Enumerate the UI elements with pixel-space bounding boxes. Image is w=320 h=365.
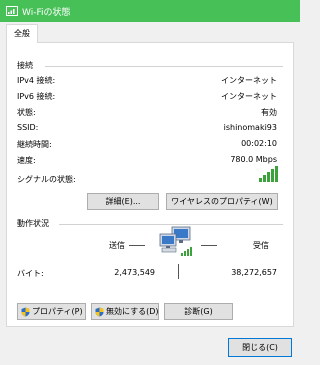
tab-strip (0, 22, 300, 42)
bytes-separator (178, 264, 179, 279)
speed-value: 780.0 Mbps (230, 155, 277, 164)
ipv4-label: IPv4 接続: (17, 76, 56, 85)
ipv4-value: インターネット (221, 76, 277, 85)
tab-general[interactable]: 全般 (6, 24, 38, 43)
window-title: Wi-Fiの状態 (22, 8, 71, 18)
status-label: 状態: (17, 108, 36, 117)
activity-section-title: 動作状況 (17, 219, 49, 228)
status-value: 有効 (261, 108, 277, 117)
bytes-sent-value: 2,473,549 (114, 268, 155, 277)
details-button[interactable]: 詳細(E)... (87, 193, 159, 210)
signal-bar (263, 175, 266, 182)
received-label: 受信 (253, 241, 269, 250)
disable-button[interactable]: 無効にする(D) (91, 303, 159, 320)
signal-label: シグナルの状態: (17, 175, 76, 184)
activity-divider (59, 224, 283, 225)
connection-section-title: 接続 (17, 61, 33, 70)
signal-bar (271, 169, 274, 182)
diagnose-button[interactable]: 診断(G) (164, 303, 233, 320)
uac-shield-icon (95, 307, 104, 316)
activity-signal-icon (181, 247, 192, 256)
wifi-icon (6, 6, 18, 16)
bytes-label: バイト: (17, 269, 44, 278)
connection-divider (45, 66, 283, 67)
close-button[interactable]: 閉じる(C) (228, 338, 292, 357)
wireless-properties-button[interactable]: ワイヤレスのプロパティ(W) (166, 193, 278, 210)
signal-bar (267, 172, 270, 182)
sent-line (129, 245, 145, 246)
title-bar[interactable]: Wi-Fiの状態 (0, 0, 300, 22)
properties-button-label: プロパティ(P) (32, 307, 83, 316)
properties-button[interactable]: プロパティ(P) (17, 303, 86, 320)
speed-label: 速度: (17, 156, 36, 165)
duration-value: 00:02:10 (241, 139, 277, 148)
ipv6-label: IPv6 接続: (17, 92, 56, 101)
disable-button-label: 無効にする(D) (106, 307, 159, 316)
sent-label: 送信 (109, 241, 125, 250)
signal-bar (259, 178, 262, 182)
signal-strength-icon (259, 166, 278, 182)
received-line (201, 245, 217, 246)
ipv6-value: インターネット (221, 92, 277, 101)
ssid-value: ishinomaki93 (223, 123, 277, 132)
duration-label: 継続時間: (17, 140, 52, 149)
general-panel: 接続 IPv4 接続: インターネット IPv6 接続: インターネット 状態:… (6, 42, 294, 327)
bytes-received-value: 38,272,657 (231, 268, 277, 277)
uac-shield-icon (21, 307, 30, 316)
signal-bar (275, 166, 278, 182)
ssid-label: SSID: (17, 123, 39, 132)
